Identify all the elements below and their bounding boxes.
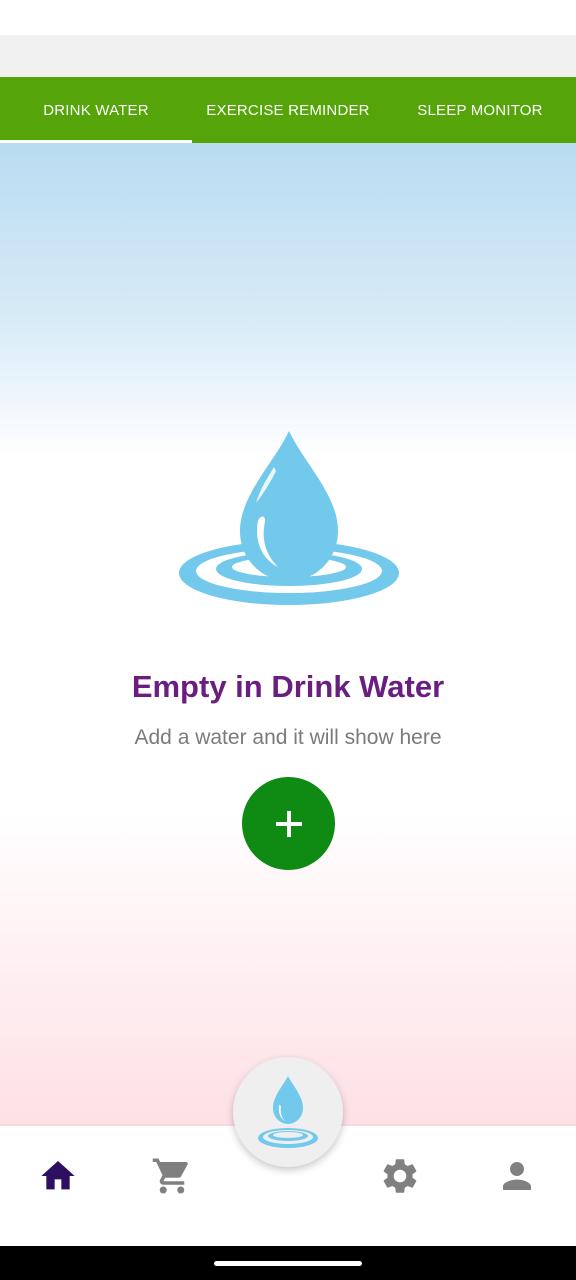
home-icon [41, 1161, 75, 1190]
add-water-button[interactable] [242, 777, 335, 870]
tab-exercise-reminder[interactable]: EXERCISE REMINDER [192, 77, 384, 143]
drink-water-fab[interactable] [233, 1057, 343, 1167]
system-navigation-bar [0, 1246, 576, 1280]
empty-state-title: Empty in Drink Water [131, 669, 445, 704]
gear-icon [383, 1159, 417, 1193]
person-icon [503, 1162, 531, 1190]
status-bar [0, 0, 576, 35]
drink-water-page: Empty in Drink Water Add a water and it … [0, 143, 576, 1126]
nav-profile[interactable] [495, 1154, 539, 1198]
water-drop-icon [179, 431, 399, 605]
water-drop-icon [258, 1076, 318, 1148]
tab-bar: DRINK WATER EXERCISE REMINDER SLEEP MONI… [0, 77, 576, 143]
nav-home[interactable] [36, 1154, 80, 1198]
app-bar [0, 35, 576, 77]
tab-label: DRINK WATER [43, 101, 149, 119]
tab-label: EXERCISE REMINDER [206, 101, 370, 119]
cart-icon [152, 1158, 188, 1194]
tab-sleep-monitor[interactable]: SLEEP MONITOR [384, 77, 576, 143]
empty-state-subtitle: Add a water and it will show here [134, 726, 442, 749]
nav-cart[interactable] [150, 1154, 194, 1198]
home-gesture-handle[interactable] [214, 1261, 362, 1266]
tab-label: SLEEP MONITOR [417, 101, 543, 119]
tab-drink-water[interactable]: DRINK WATER [0, 77, 192, 143]
nav-settings[interactable] [378, 1154, 422, 1198]
plus-icon [275, 810, 302, 837]
